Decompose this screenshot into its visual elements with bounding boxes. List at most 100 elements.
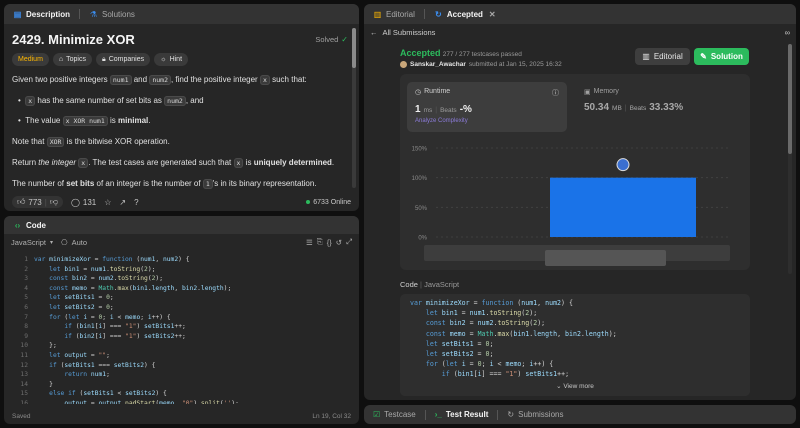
submission-panel: ▥ Editorial ↻ Accepted ✕ ← All Submissio… <box>364 4 796 400</box>
editorial-button[interactable]: ▥ Editorial <box>635 48 690 65</box>
submitted-code-line: var minimizeXor = function (num1, num2) … <box>410 299 573 307</box>
tab-divider <box>424 409 426 420</box>
terminal-icon: ›_ <box>434 410 442 419</box>
code-line: const bin2 = num2.toString(2); <box>49 275 163 283</box>
share-icon[interactable]: ↗ <box>119 198 126 207</box>
line-number: 7 <box>24 313 28 321</box>
back-arrow-icon[interactable]: ← <box>370 28 378 37</box>
lock-icon: ⎔ <box>61 237 68 247</box>
companies-tag[interactable]: 🔒︎ Companies <box>95 53 151 66</box>
braces-icon[interactable]: {} <box>327 238 332 247</box>
code-line: let setBits1 = 0; <box>49 294 114 302</box>
y-tick-label: 150% <box>412 147 428 153</box>
chip-icon: ▣ <box>584 89 591 96</box>
line-number: 5 <box>24 294 28 302</box>
tab-accepted[interactable]: ↻ Accepted ✕ <box>431 4 499 24</box>
code-editor[interactable]: 1 2 3 4 5 6 7 8 9 10 11 12 13 14 15 16 var minimizeXor … <box>4 254 359 404</box>
line-number: 3 <box>24 275 28 283</box>
right-scrollbar[interactable] <box>788 44 792 274</box>
memory-value: 50.34 <box>584 102 610 113</box>
username[interactable]: Sanskar_Awachar <box>410 61 466 68</box>
reset-icon[interactable]: ↺ <box>336 238 342 247</box>
all-submissions-link[interactable]: All Submissions <box>383 28 436 37</box>
auto-label[interactable]: Auto <box>72 238 87 247</box>
code-toolbar: JavaScript ▾ ⎔ Auto ☰ ⎘ {} ↺ ⤢ <box>4 234 359 250</box>
line-number: 6 <box>24 303 28 311</box>
code-icon: ‹› <box>14 220 21 230</box>
line-number: 12 <box>20 361 28 369</box>
description-tabbar: ▤ Description ⚗ Solutions <box>4 4 359 24</box>
submissions-nav: ← All Submissions ∞ <box>364 24 796 40</box>
scroll-thumb[interactable] <box>352 28 356 68</box>
tab-code[interactable]: ‹› Code <box>10 216 49 234</box>
submitted-code-line: let bin1 = num1.toString(2); <box>425 309 538 318</box>
code-line: }; <box>49 342 57 350</box>
problem-description: 2429. Minimize XOR Solved ✓ Medium ⌂ Topi… <box>12 26 348 196</box>
memory-beats: 33.33% <box>649 102 684 113</box>
help-icon[interactable]: ? <box>134 198 138 207</box>
problem-tags: Medium ⌂ Topics 🔒︎ Companies ☼ Hint <box>12 53 348 66</box>
paragraph-2: Note that XOR is the bitwise XOR operati… <box>12 137 170 147</box>
info-icon[interactable]: ⓘ <box>552 88 559 98</box>
tab-editorial[interactable]: ▥ Editorial <box>370 4 418 24</box>
hint-tag[interactable]: ☼ Hint <box>154 53 189 66</box>
tab-test-result[interactable]: ›_ Test Result <box>432 405 492 424</box>
submitted-code-lines: var minimizeXor = function (num1, num2) … <box>410 299 740 381</box>
book-icon: ▥ <box>642 52 650 61</box>
tab-divider <box>79 9 81 19</box>
tab-testcase[interactable]: ☑ Testcase <box>370 405 419 424</box>
saved-status: Saved <box>12 412 31 420</box>
check-circle-icon: ✓ <box>341 35 348 44</box>
testcases-passed: 277 / 277 testcases passed <box>442 51 522 58</box>
line-number: 10 <box>20 342 28 350</box>
history-icon: ↻ <box>435 9 442 19</box>
avatar[interactable] <box>400 61 407 68</box>
description-panel: ▤ Description ⚗ Solutions 2429. Minimize… <box>4 4 359 211</box>
paragraph-3: Return the integer x. The test cases are… <box>12 158 335 168</box>
code-line: const memo = Math.max(bin1.length, bin2.… <box>49 284 232 292</box>
notes-icon[interactable]: ☰ <box>306 238 313 247</box>
language-select[interactable]: JavaScript <box>11 238 46 247</box>
y-tick-label: 100% <box>412 176 428 182</box>
line-numbers: 1 2 3 4 5 6 7 8 9 10 11 12 13 14 15 16 <box>8 256 28 404</box>
submitted-code-line: let setBits2 = 0; <box>425 349 494 358</box>
code-line: if (bin2[i] === "1") setBits2++; <box>64 332 186 340</box>
difficulty-badge: Medium <box>12 53 49 66</box>
bar <box>550 177 696 237</box>
topics-tag[interactable]: ⌂ Topics <box>52 53 92 66</box>
line-number: 9 <box>24 332 28 340</box>
chevrons-down-icon: ⌄ <box>556 383 562 390</box>
analyze-complexity-link[interactable]: Analyze Complexity <box>415 118 559 124</box>
runtime-card[interactable]: ◷ Runtime ⓘ 1 ms | Beats -% Analyze Compl… <box>407 82 567 132</box>
line-number: 15 <box>20 390 28 398</box>
edit-icon: ✎ <box>700 52 707 61</box>
memory-card[interactable]: ▣ Memory 50.34 MB | Beats 33.33% <box>576 82 736 132</box>
book-icon: ▥ <box>373 9 382 19</box>
code-lines: var minimizeXor = function (num1, num2) … <box>34 256 239 404</box>
solution-button[interactable]: ✎ Solution <box>694 48 749 65</box>
view-more-button[interactable]: ⌄ View more <box>400 378 750 396</box>
thumbs-down-icon: 👎︎ <box>49 197 58 206</box>
accepted-status: Accepted <box>400 48 441 58</box>
code-line: var minimizeXor = function (num1, num2) … <box>34 256 190 263</box>
tab-description[interactable]: ▤ Description <box>10 4 73 24</box>
bookmark-icon[interactable]: ⎘ <box>317 237 323 247</box>
star-icon[interactable]: ☆ <box>104 198 111 207</box>
y-tick-label: 0% <box>418 236 427 242</box>
expand-icon[interactable]: ⤢ <box>346 237 352 247</box>
comments-button[interactable]: ◯ 131 <box>71 198 96 207</box>
chevron-down-icon: ▾ <box>50 239 54 246</box>
scroll-thumb[interactable] <box>788 44 792 154</box>
scrollbar[interactable] <box>352 28 356 188</box>
like-button[interactable]: 👍︎ 773 | 👎︎ <box>12 196 63 208</box>
close-icon[interactable]: ✕ <box>489 10 496 19</box>
tab-solutions[interactable]: ⚗ Solutions <box>86 4 138 24</box>
link-icon[interactable]: ∞ <box>785 28 790 37</box>
code-line: if (bin1[i] === "1") setBits1++; <box>64 323 186 331</box>
runtime-beats-label: Beats <box>440 107 457 114</box>
memory-beats-label: Beats <box>629 105 647 112</box>
cursor-position: Ln 19, Col 32 <box>312 412 351 420</box>
line-number: 1 <box>24 256 28 263</box>
tab-submissions[interactable]: ↻ Submissions <box>504 405 566 424</box>
line-number: 13 <box>20 371 28 379</box>
